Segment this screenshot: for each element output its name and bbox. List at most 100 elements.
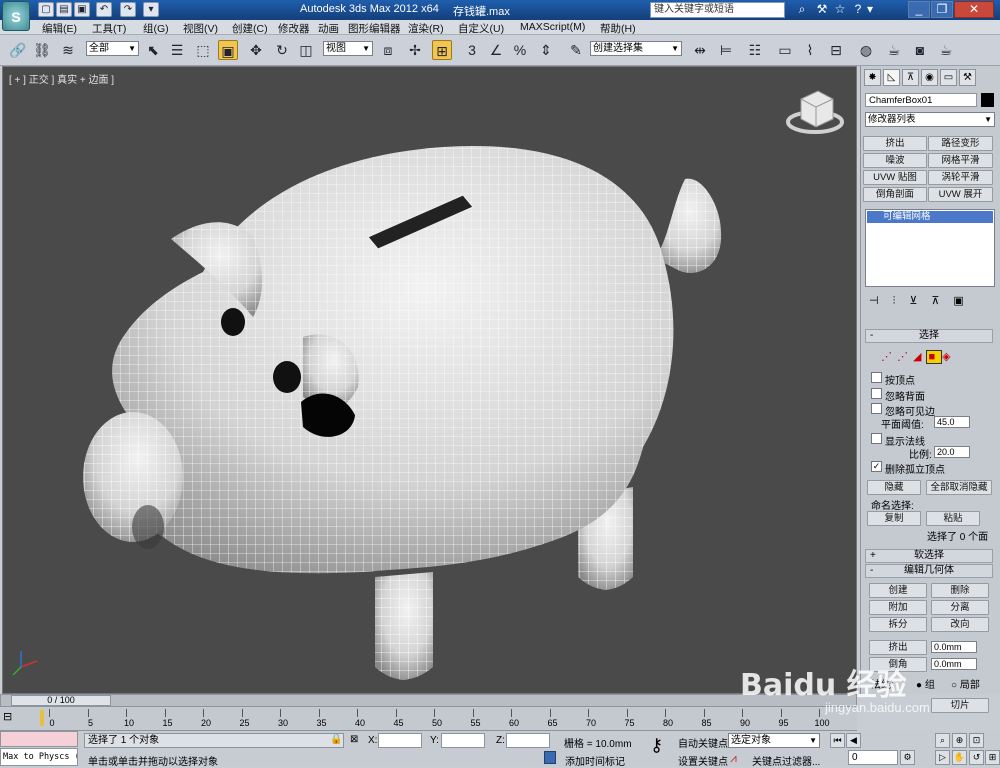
key-filters-icon[interactable]: ⩘: [730, 751, 737, 766]
set-key-icon[interactable]: ⚷: [650, 735, 663, 756]
tab-hierarchy[interactable]: ⊼: [902, 69, 919, 86]
graphite-ribbon-icon[interactable]: ▭: [775, 40, 795, 60]
menu-graph-editors[interactable]: 图形编辑器: [348, 21, 401, 36]
edit-geometry-rollout-header[interactable]: - 编辑几何体: [865, 564, 993, 578]
ignore-backfacing-checkbox[interactable]: [871, 388, 882, 399]
help-dropdown-icon[interactable]: ▾: [862, 2, 878, 17]
unhide-all-button[interactable]: 全部取消隐藏: [926, 480, 992, 495]
previous-frame-icon[interactable]: ◀: [846, 733, 861, 748]
copy-button[interactable]: 复制: [867, 511, 921, 526]
time-config-icon[interactable]: ⚙: [900, 750, 915, 765]
planar-threshold-spinner[interactable]: 45.0: [934, 416, 970, 428]
new-file-icon[interactable]: ▢: [38, 2, 54, 17]
keyboard-shortcut-icon[interactable]: ⊞: [432, 40, 452, 60]
menu-views[interactable]: 视图(V): [183, 21, 218, 36]
object-name-field[interactable]: ChamferBox01: [865, 93, 977, 107]
window-crossing-icon[interactable]: ▣: [218, 40, 238, 60]
align-icon[interactable]: ⊨: [716, 40, 736, 60]
tools-icon[interactable]: ⚒: [814, 2, 830, 17]
perspective-viewport[interactable]: [ + ] 正交 ] 真实 + 边面 ]: [2, 66, 857, 694]
menu-tools[interactable]: 工具(T): [92, 21, 126, 36]
field-of-view-icon[interactable]: ▷: [935, 750, 950, 765]
close-button[interactable]: ✕: [954, 1, 994, 18]
extrude-button[interactable]: 挤出: [869, 640, 927, 655]
search-input[interactable]: 键入关键字或短语: [650, 2, 785, 18]
subobject-level-icons[interactable]: ⋰⋰◢ ■ ◈: [881, 350, 981, 364]
select-scale-icon[interactable]: ◫: [296, 40, 316, 60]
delete-isolated-checkbox[interactable]: ✓: [871, 461, 882, 472]
pivot-center-icon[interactable]: ⧈: [378, 40, 398, 60]
go-to-start-icon[interactable]: ⏮: [830, 733, 845, 748]
turn-button[interactable]: 改向: [931, 617, 989, 632]
delete-button[interactable]: 删除: [931, 583, 989, 598]
attach-button[interactable]: 附加: [869, 600, 927, 615]
object-color-swatch[interactable]: [981, 93, 994, 107]
zoom-icon[interactable]: ⌕: [935, 733, 950, 748]
stack-item[interactable]: 可编辑网格: [867, 211, 993, 223]
redo-icon[interactable]: ↷: [120, 2, 136, 17]
modifier-button-6[interactable]: 涡轮平滑: [928, 170, 993, 185]
curve-editor-icon[interactable]: ⌇: [800, 40, 820, 60]
menu-animation[interactable]: 动画: [318, 21, 339, 36]
modifier-button-8[interactable]: UVW 展开: [928, 187, 993, 202]
binoculars-icon[interactable]: ⌕: [794, 2, 810, 17]
orbit-icon[interactable]: ↺: [969, 750, 984, 765]
render-production-icon[interactable]: ☕: [936, 40, 956, 60]
divide-button[interactable]: 拆分: [869, 617, 927, 632]
select-manipulate-icon[interactable]: ✢: [405, 40, 425, 60]
schematic-view-icon[interactable]: ⊟: [826, 40, 846, 60]
menu-maxscript[interactable]: MAXScript(M): [520, 21, 585, 33]
select-rotate-icon[interactable]: ↻: [272, 40, 292, 60]
ignore-visible-edges-checkbox[interactable]: [871, 403, 882, 414]
modifier-button-7[interactable]: 倒角剖面: [863, 187, 927, 202]
piggy-bank-model[interactable]: [3, 67, 858, 695]
time-slider[interactable]: 0 / 100: [0, 694, 857, 707]
time-tag-icon[interactable]: [544, 751, 556, 764]
angle-snap-icon[interactable]: ∠: [486, 40, 506, 60]
local-radio[interactable]: ○ 局部: [951, 676, 980, 691]
stack-controls[interactable]: ⊣⫶⊻⊼▣: [869, 294, 993, 308]
current-frame-field[interactable]: 0: [848, 750, 898, 765]
render-setup-icon[interactable]: ☕: [884, 40, 904, 60]
menu-customize[interactable]: 自定义(U): [458, 21, 504, 36]
track-bar[interactable]: ⊟ 0 5 10 15 20 25 30 35 40 45 50 55 60 65 70 75 80 85 90 95…: [0, 707, 857, 731]
menu-help[interactable]: 帮助(H): [600, 21, 636, 36]
maxscript-mini-listener-top[interactable]: [0, 731, 78, 747]
modifier-stack[interactable]: 可编辑网格: [865, 209, 995, 287]
open-file-icon[interactable]: ▤: [56, 2, 72, 17]
modifier-button-1[interactable]: 挤出: [863, 136, 927, 151]
selection-rollout-header[interactable]: - 选择: [865, 329, 993, 343]
snap-toggle-icon[interactable]: 3: [462, 40, 482, 60]
key-mode-dropdown[interactable]: 选定对象: [728, 733, 820, 748]
layer-manager-icon[interactable]: ☷: [745, 40, 765, 60]
maximize-viewport-icon[interactable]: ⊞: [985, 750, 1000, 765]
tab-display[interactable]: ▭: [940, 69, 957, 86]
hide-button[interactable]: 隐藏: [867, 480, 921, 495]
show-normals-checkbox[interactable]: [871, 433, 882, 444]
z-coordinate-field[interactable]: [506, 733, 550, 748]
extrude-amount-spinner[interactable]: 0.0mm: [931, 641, 977, 653]
menu-edit[interactable]: 编辑(E): [42, 21, 77, 36]
auto-key-button[interactable]: 自动关键点: [678, 735, 728, 750]
menu-rendering[interactable]: 渲染(R): [408, 21, 444, 36]
lock-icon[interactable]: 🔒: [330, 734, 342, 745]
undo-icon[interactable]: ↶: [96, 2, 112, 17]
zoom-extents-icon[interactable]: ⊡: [969, 733, 984, 748]
time-slider-thumb[interactable]: 0 / 100: [11, 695, 111, 706]
select-object-icon[interactable]: ⬉: [143, 40, 163, 60]
tab-create[interactable]: ✸: [864, 69, 881, 86]
soft-selection-rollout-header[interactable]: + 软选择: [865, 549, 993, 563]
spinner-snap-icon[interactable]: ⇕: [536, 40, 556, 60]
scale-spinner[interactable]: 20.0: [934, 446, 970, 458]
modifier-button-4[interactable]: 网格平滑: [928, 153, 993, 168]
modifier-button-2[interactable]: 路径变形: [928, 136, 993, 151]
maximize-button[interactable]: ❐: [931, 1, 953, 18]
tab-modify[interactable]: ◺: [883, 69, 900, 86]
material-editor-icon[interactable]: ◍: [856, 40, 876, 60]
viewcube[interactable]: [786, 90, 844, 134]
create-button[interactable]: 创建: [869, 583, 927, 598]
bevel-amount-spinner[interactable]: 0.0mm: [931, 658, 977, 670]
unlink-icon[interactable]: ⛓: [32, 40, 52, 60]
modifier-button-5[interactable]: UVW 贴图: [863, 170, 927, 185]
minimize-button[interactable]: _: [908, 1, 930, 18]
